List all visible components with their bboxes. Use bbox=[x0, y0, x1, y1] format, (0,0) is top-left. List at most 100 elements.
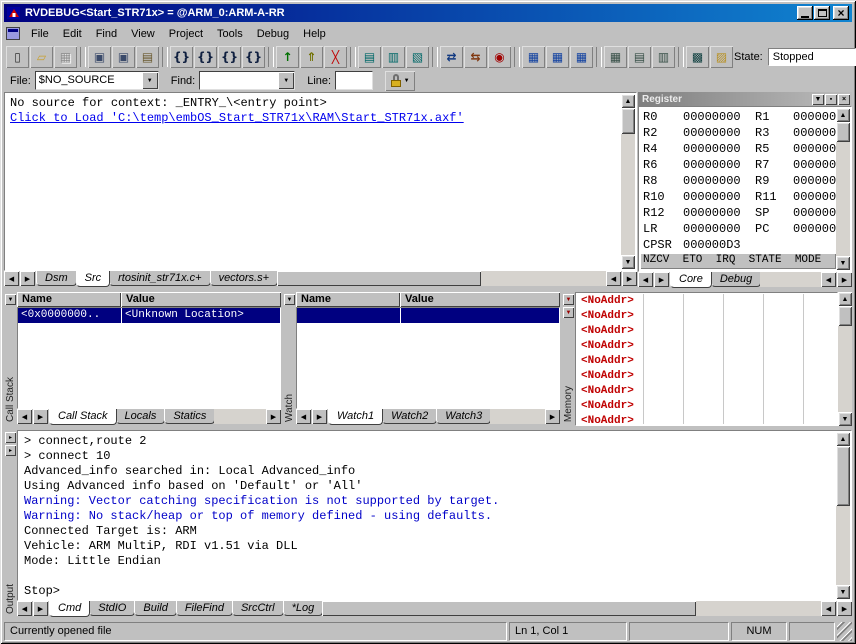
memory-cell[interactable] bbox=[643, 294, 683, 309]
scroll-right-button[interactable]: ▶ bbox=[837, 272, 852, 287]
save-file-button[interactable]: ▦ bbox=[54, 46, 77, 68]
memory-cell[interactable] bbox=[643, 384, 683, 399]
file-combobox-dropdown-button[interactable]: ▼ bbox=[142, 72, 158, 89]
run-to-cursor-button[interactable]: {} bbox=[242, 46, 265, 68]
scroll-right-button[interactable]: ▶ bbox=[622, 271, 637, 286]
scroll-left-button[interactable]: ◀ bbox=[606, 271, 621, 286]
register-row[interactable]: R000000000R100000000 bbox=[640, 109, 836, 125]
cascade-windows-button[interactable]: ▦ bbox=[546, 46, 569, 68]
open-file-button[interactable]: ▱ bbox=[30, 46, 53, 68]
callstack-horizontal-scrollbar[interactable] bbox=[214, 409, 266, 424]
journal-file-button[interactable]: ▥ bbox=[382, 46, 405, 68]
register-pane-caption[interactable]: Register ▼ ▪ × bbox=[638, 92, 852, 106]
scrollbar-thumb[interactable] bbox=[322, 601, 696, 616]
memory-row[interactable]: <NoAddr> bbox=[577, 384, 836, 399]
memory-cell[interactable] bbox=[763, 339, 803, 354]
scrollbar-track[interactable] bbox=[836, 142, 850, 256]
memory-cell[interactable] bbox=[643, 339, 683, 354]
step-into-button[interactable]: {} bbox=[170, 46, 193, 68]
menu-edit[interactable]: Edit bbox=[56, 26, 89, 42]
scrollbar-thumb[interactable] bbox=[838, 306, 852, 326]
watch-horizontal-scrollbar[interactable] bbox=[490, 409, 545, 424]
scroll-left-button[interactable]: ◀ bbox=[821, 601, 836, 616]
memory-cell[interactable] bbox=[683, 369, 723, 384]
find-combobox-dropdown-button[interactable]: ▼ bbox=[278, 72, 294, 89]
tab-scroll-right-button[interactable]: ▶ bbox=[33, 601, 48, 616]
memory-cell[interactable] bbox=[683, 384, 723, 399]
lock-button[interactable]: ▼ bbox=[385, 71, 415, 91]
scrollbar-thumb[interactable] bbox=[621, 108, 635, 134]
scrollbar-track[interactable] bbox=[838, 326, 852, 412]
include-commands-button[interactable]: ▤ bbox=[358, 46, 381, 68]
memory-cell[interactable] bbox=[803, 369, 836, 384]
pane-expand-button[interactable]: ▸ bbox=[5, 432, 16, 443]
tab-scroll-right-button[interactable]: ▶ bbox=[33, 409, 48, 424]
memory-cell[interactable] bbox=[683, 309, 723, 324]
tab-src[interactable]: Src bbox=[76, 271, 111, 287]
register-row[interactable]: R800000000R900000000 bbox=[640, 173, 836, 189]
menu-view[interactable]: View bbox=[124, 26, 162, 42]
resize-grip[interactable] bbox=[837, 622, 852, 641]
split-window-button[interactable]: ▦ bbox=[570, 46, 593, 68]
memory-row[interactable]: <NoAddr> bbox=[577, 339, 836, 354]
register-row[interactable]: R1200000000SP00000000 bbox=[640, 205, 836, 221]
memory-row[interactable]: <NoAddr> bbox=[577, 294, 836, 309]
tab-scroll-left-button[interactable]: ◀ bbox=[638, 272, 653, 287]
output-view[interactable]: > connect,route 2> connect 10Advanced_in… bbox=[17, 430, 852, 601]
column-header-value[interactable]: Value bbox=[121, 292, 281, 307]
new-file-button[interactable]: ▯ bbox=[6, 46, 29, 68]
memory-cell[interactable] bbox=[723, 414, 763, 424]
step-out-button[interactable]: {} bbox=[218, 46, 241, 68]
memory-cell[interactable] bbox=[683, 294, 723, 309]
maximize-button[interactable] bbox=[814, 6, 830, 20]
register-row-cpsr[interactable]: CPSR000000D3 bbox=[640, 237, 836, 253]
column-header-value[interactable]: Value bbox=[400, 292, 560, 307]
line-input[interactable] bbox=[335, 71, 373, 90]
pane-menu-button[interactable]: ▼ bbox=[812, 94, 824, 105]
scroll-right-button[interactable]: ▶ bbox=[545, 409, 560, 424]
memory-cell[interactable] bbox=[763, 384, 803, 399]
go-button[interactable]: ↑ bbox=[276, 46, 299, 68]
calculator-button[interactable]: ▩ bbox=[686, 46, 709, 68]
tab-scroll-left-button[interactable]: ◀ bbox=[4, 271, 19, 286]
memory-row[interactable]: <NoAddr> bbox=[577, 324, 836, 339]
register-row[interactable]: LR00000000PC00000000 bbox=[640, 221, 836, 237]
menu-help[interactable]: Help bbox=[296, 26, 333, 42]
copy-button[interactable]: ▣ bbox=[88, 46, 111, 68]
minimize-button[interactable] bbox=[797, 6, 813, 20]
scroll-up-button[interactable]: ▲ bbox=[836, 432, 850, 446]
menu-file[interactable]: File bbox=[24, 26, 56, 42]
scroll-up-button[interactable]: ▲ bbox=[621, 94, 635, 108]
scroll-down-button[interactable]: ▼ bbox=[838, 412, 852, 426]
pane-options-button[interactable]: ▼ bbox=[563, 307, 574, 318]
memory-cell[interactable] bbox=[763, 354, 803, 369]
tab-scroll-right-button[interactable]: ▶ bbox=[654, 272, 669, 287]
tab-statics[interactable]: Statics bbox=[164, 409, 215, 424]
tab-filefind[interactable]: FileFind bbox=[176, 601, 233, 616]
memory-cell[interactable] bbox=[763, 369, 803, 384]
memory-row[interactable]: <NoAddr> bbox=[577, 354, 836, 369]
memory-cell[interactable] bbox=[763, 324, 803, 339]
tab-scroll-left-button[interactable]: ◀ bbox=[17, 409, 32, 424]
scroll-up-button[interactable]: ▲ bbox=[838, 292, 852, 306]
step-over-button[interactable]: {} bbox=[194, 46, 217, 68]
breakpoints-button[interactable]: ◉ bbox=[488, 46, 511, 68]
tab-vectors[interactable]: vectors.s+ bbox=[210, 271, 278, 286]
memory-cell[interactable] bbox=[763, 309, 803, 324]
memory-cell[interactable] bbox=[803, 309, 836, 324]
output-horizontal-scrollbar[interactable] bbox=[322, 601, 821, 616]
register-row[interactable]: R1000000000R1100000000 bbox=[640, 189, 836, 205]
memory-cell[interactable] bbox=[723, 384, 763, 399]
tab-scroll-right-button[interactable]: ▶ bbox=[312, 409, 327, 424]
memory-row[interactable]: <NoAddr> bbox=[577, 369, 836, 384]
scroll-left-button[interactable]: ◀ bbox=[821, 272, 836, 287]
memory-cell[interactable] bbox=[803, 294, 836, 309]
memory-cell[interactable] bbox=[723, 309, 763, 324]
pane-close-button[interactable]: × bbox=[838, 94, 850, 105]
memory-cell[interactable] bbox=[723, 369, 763, 384]
tab-watch2[interactable]: Watch2 bbox=[382, 409, 437, 424]
scroll-right-button[interactable]: ▶ bbox=[266, 409, 281, 424]
tile-windows-button[interactable]: ▦ bbox=[522, 46, 545, 68]
memory-row[interactable]: <NoAddr> bbox=[577, 399, 836, 414]
register-horizontal-scrollbar[interactable] bbox=[760, 272, 821, 287]
